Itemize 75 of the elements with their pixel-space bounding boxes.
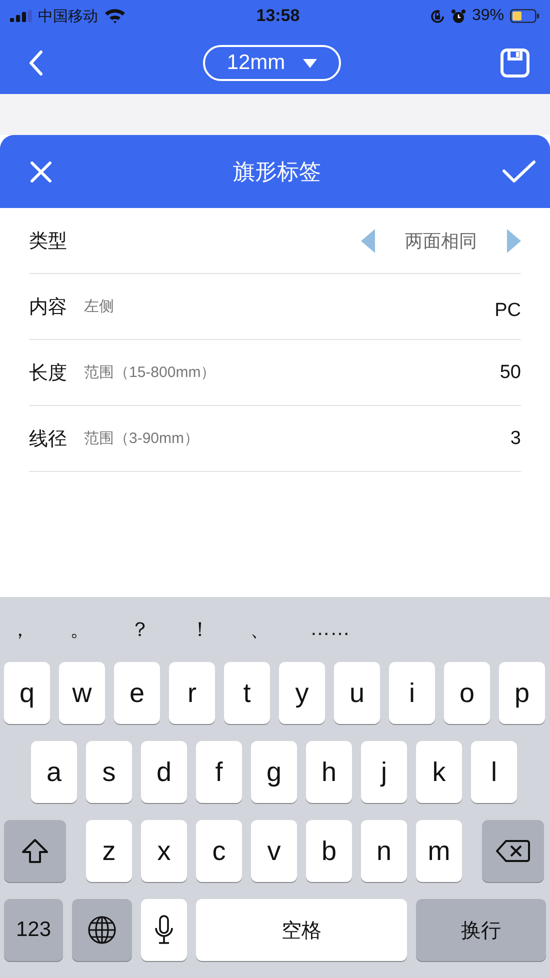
picker-value[interactable]: 两面相同 xyxy=(405,228,477,252)
sheet-title: 旗形标签 xyxy=(233,158,321,186)
clock-time: 13:58 xyxy=(256,6,300,26)
punctuation-key[interactable]: ， xyxy=(10,616,70,643)
letter-key[interactable]: x xyxy=(141,820,187,882)
back-button[interactable] xyxy=(28,50,44,76)
input-field[interactable]: 50 xyxy=(500,362,521,384)
letter-key[interactable]: a xyxy=(31,741,77,803)
alarm-icon xyxy=(450,8,466,24)
microphone-key[interactable] xyxy=(141,899,187,961)
letter-key[interactable]: b xyxy=(306,820,352,882)
letter-key[interactable]: u xyxy=(334,662,380,724)
right-triangle-icon xyxy=(507,228,521,252)
battery-percent: 39% xyxy=(472,7,504,25)
letter-key[interactable]: t xyxy=(224,662,270,724)
letter-key[interactable]: j xyxy=(361,741,407,803)
wifi-icon xyxy=(104,8,126,24)
size-dropdown[interactable]: 12mm xyxy=(202,45,342,81)
close-button[interactable] xyxy=(30,160,52,182)
letter-key[interactable]: z xyxy=(86,820,132,882)
caret-icon xyxy=(303,58,318,68)
letter-key[interactable]: w xyxy=(59,662,105,724)
letter-key[interactable]: y xyxy=(279,662,325,724)
confirm-button[interactable] xyxy=(502,160,536,184)
save-button[interactable] xyxy=(500,48,530,78)
letter-key[interactable]: v xyxy=(251,820,297,882)
input-field[interactable]: 3 xyxy=(510,428,521,450)
field-label: 类型 xyxy=(29,230,67,254)
left-triangle-icon xyxy=(361,228,375,252)
space-key[interactable]: 空格 xyxy=(196,899,407,961)
carrier-name: 中国移动 xyxy=(38,6,98,26)
close-icon xyxy=(30,160,52,182)
punctuation-key[interactable]: 、 xyxy=(250,616,310,643)
punctuation-key[interactable]: ！ xyxy=(190,616,250,643)
letter-key[interactable]: o xyxy=(444,662,490,724)
letter-key[interactable]: d xyxy=(141,741,187,803)
delete-key[interactable] xyxy=(482,820,544,882)
letter-key[interactable]: h xyxy=(306,741,352,803)
checkmark-icon xyxy=(502,160,536,184)
globe-key[interactable] xyxy=(72,899,132,961)
back-icon xyxy=(28,50,44,76)
letter-key[interactable]: s xyxy=(86,741,132,803)
field-label: 内容 xyxy=(29,296,67,320)
letter-key[interactable]: l xyxy=(471,741,517,803)
letter-key[interactable]: m xyxy=(416,820,462,882)
letter-key[interactable]: n xyxy=(361,820,407,882)
shift-key[interactable] xyxy=(4,820,66,882)
letter-key[interactable]: p xyxy=(499,662,545,724)
punctuation-key[interactable]: ？ xyxy=(130,616,190,643)
rotation-lock-icon xyxy=(430,8,445,24)
field-hint: 范围（15-800mm） xyxy=(84,363,216,382)
field-hint: 范围（3-90mm） xyxy=(84,429,200,448)
microphone-icon xyxy=(154,915,174,945)
letter-key[interactable]: q xyxy=(4,662,50,724)
letter-key[interactable]: e xyxy=(114,662,160,724)
letter-key[interactable]: r xyxy=(169,662,215,724)
save-icon xyxy=(500,48,530,78)
numbers-key[interactable]: 123 xyxy=(4,899,63,961)
signal-icon xyxy=(10,10,32,22)
punctuation-key[interactable]: …… xyxy=(310,618,370,641)
globe-icon xyxy=(87,915,117,945)
letter-key[interactable]: c xyxy=(196,820,242,882)
field-label: 长度 xyxy=(29,362,67,386)
delete-icon xyxy=(496,839,530,863)
letter-key[interactable]: f xyxy=(196,741,242,803)
battery-icon xyxy=(510,9,540,23)
return-key[interactable]: 换行 xyxy=(416,899,546,961)
punctuation-key[interactable]: 。 xyxy=(70,616,130,643)
shift-icon xyxy=(21,838,49,864)
field-label: 线径 xyxy=(29,428,67,452)
letter-key[interactable]: g xyxy=(251,741,297,803)
field-hint: 左侧 xyxy=(84,297,114,316)
letter-key[interactable]: i xyxy=(389,662,435,724)
input-field[interactable]: PC xyxy=(494,300,521,322)
letter-key[interactable]: k xyxy=(416,741,462,803)
